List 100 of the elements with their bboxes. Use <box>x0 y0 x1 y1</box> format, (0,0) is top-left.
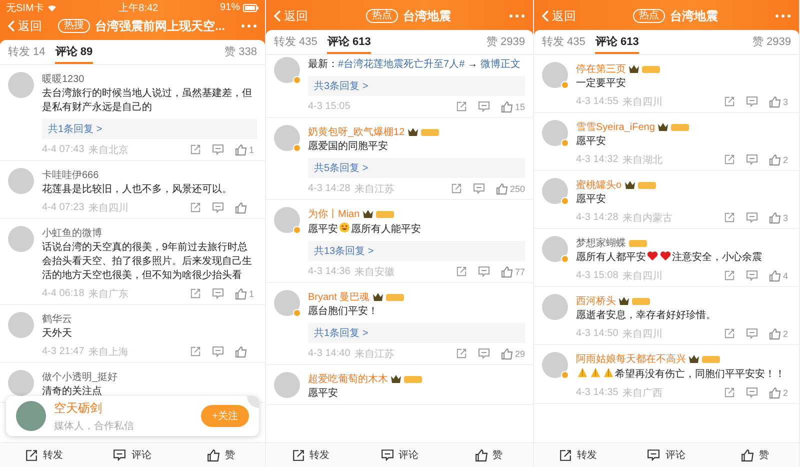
tab[interactable]: 赞 2939 <box>486 30 525 54</box>
like-icon[interactable] <box>235 288 247 300</box>
tab[interactable]: 转发 435 <box>274 30 318 54</box>
comment-icon[interactable] <box>478 348 490 359</box>
user-name[interactable]: 鹤华云 <box>42 312 72 326</box>
user-name[interactable]: 梦想家蝴蝶 <box>576 236 626 250</box>
like-icon[interactable] <box>500 348 513 360</box>
comment-icon[interactable] <box>746 387 758 398</box>
comment-icon[interactable] <box>478 101 490 112</box>
avatar[interactable] <box>274 125 300 151</box>
tab[interactable]: 评论 613 <box>595 30 639 54</box>
tab[interactable]: 评论 89 <box>55 40 93 64</box>
share-icon[interactable] <box>450 183 462 194</box>
comment-icon[interactable] <box>746 328 758 339</box>
user-name[interactable]: 雪雪Syeira_iFeng <box>576 120 655 134</box>
comment-icon[interactable] <box>212 144 224 155</box>
share-icon[interactable] <box>724 154 735 165</box>
more-icon[interactable] <box>775 14 791 18</box>
like-icon[interactable] <box>500 266 513 278</box>
like-button[interactable]: 赞 <box>710 447 799 463</box>
user-name[interactable]: 奶黄包呀_欧气爆棚12 <box>308 125 405 139</box>
comment-icon[interactable] <box>212 346 224 357</box>
back-button[interactable]: 返回 <box>542 8 576 24</box>
share-icon[interactable] <box>190 346 201 357</box>
tab[interactable]: 评论 613 <box>327 30 371 54</box>
user-name[interactable]: 超爱吃葡萄的木木 <box>308 372 388 386</box>
avatar[interactable] <box>542 352 568 378</box>
replies-link[interactable]: 共13条回复 > <box>308 241 525 261</box>
like-button[interactable]: 赞 <box>176 447 265 463</box>
back-button[interactable]: 返回 <box>274 8 308 24</box>
user-name[interactable]: 阿雨姑娘每天都在不高兴 <box>576 352 686 366</box>
share-button[interactable]: 转发 <box>534 447 622 463</box>
comment-icon[interactable] <box>212 288 224 299</box>
comment-icon[interactable] <box>212 202 224 213</box>
avatar[interactable] <box>274 57 300 83</box>
more-icon[interactable] <box>241 24 257 28</box>
comment-icon[interactable] <box>746 270 758 281</box>
share-icon[interactable] <box>456 266 467 277</box>
tab[interactable]: 赞 338 <box>224 40 257 64</box>
back-button[interactable]: 返回 <box>8 18 42 34</box>
comment-icon[interactable] <box>746 154 758 165</box>
avatar[interactable] <box>542 178 568 204</box>
like-icon[interactable] <box>769 154 781 166</box>
user-name[interactable]: 做个小透明_挺好 <box>42 370 118 384</box>
avatar[interactable] <box>8 72 34 98</box>
replies-link[interactable]: 共3条回复 > <box>308 76 525 96</box>
avatar[interactable] <box>8 370 34 396</box>
replies-link[interactable]: 共1条回复 > <box>42 119 257 139</box>
share-icon[interactable] <box>724 387 735 398</box>
hashtag-link[interactable]: #台湾花莲地震死亡升至7人# <box>338 59 465 70</box>
follow-button[interactable]: +关注 <box>201 405 249 427</box>
like-button[interactable]: 赞 <box>444 447 533 463</box>
like-icon[interactable] <box>769 328 781 340</box>
share-icon[interactable] <box>724 212 735 223</box>
comment-icon[interactable] <box>746 96 758 107</box>
replies-link[interactable]: 共5条回复 > <box>308 158 525 178</box>
replies-link[interactable]: 共1条回复 > <box>308 323 525 343</box>
user-name[interactable]: 停在第三页 <box>576 62 626 76</box>
avatar[interactable] <box>8 312 34 338</box>
share-icon[interactable] <box>456 348 467 359</box>
share-icon[interactable] <box>190 202 201 213</box>
share-button[interactable]: 转发 <box>266 447 355 463</box>
avatar[interactable] <box>274 290 300 316</box>
share-icon[interactable] <box>190 144 201 155</box>
avatar[interactable] <box>542 62 568 88</box>
user-name[interactable]: 空天砺剑 <box>54 400 194 416</box>
avatar[interactable] <box>542 236 568 262</box>
share-icon[interactable] <box>724 270 735 281</box>
share-icon[interactable] <box>724 328 735 339</box>
avatar[interactable] <box>8 168 34 194</box>
share-button[interactable]: 转发 <box>0 447 88 463</box>
more-icon[interactable] <box>509 14 525 18</box>
like-icon[interactable] <box>769 270 781 282</box>
comment-button[interactable]: 评论 <box>355 447 444 463</box>
tab[interactable]: 转发 435 <box>542 30 586 54</box>
tab[interactable]: 转发 14 <box>8 40 46 64</box>
user-name[interactable]: 卡哇哇伊666 <box>42 168 99 182</box>
avatar[interactable] <box>16 401 46 431</box>
like-icon[interactable] <box>500 100 513 112</box>
user-name[interactable]: 蜜桃罐头o <box>576 178 622 192</box>
user-name[interactable]: Bryant 曼巴魂 <box>308 290 370 304</box>
comment-icon[interactable] <box>472 183 485 194</box>
hashtag-link[interactable]: 微博正文 <box>480 59 520 70</box>
user-name[interactable]: 暖暖1230 <box>42 72 84 86</box>
avatar[interactable] <box>542 294 568 320</box>
share-icon[interactable] <box>724 96 735 107</box>
like-icon[interactable] <box>235 202 247 214</box>
avatar[interactable] <box>8 226 34 252</box>
avatar[interactable] <box>542 120 568 146</box>
user-name[interactable]: 西河桥头 <box>576 294 616 308</box>
avatar[interactable] <box>274 372 300 398</box>
like-icon[interactable] <box>235 346 247 358</box>
comment-button[interactable]: 评论 <box>622 447 711 463</box>
comment-icon[interactable] <box>746 212 758 223</box>
user-name[interactable]: 为你丨Mian <box>308 207 360 221</box>
like-icon[interactable] <box>496 182 508 194</box>
like-icon[interactable] <box>235 144 247 156</box>
like-icon[interactable] <box>769 386 781 398</box>
like-icon[interactable] <box>769 212 781 224</box>
like-icon[interactable] <box>769 96 781 108</box>
